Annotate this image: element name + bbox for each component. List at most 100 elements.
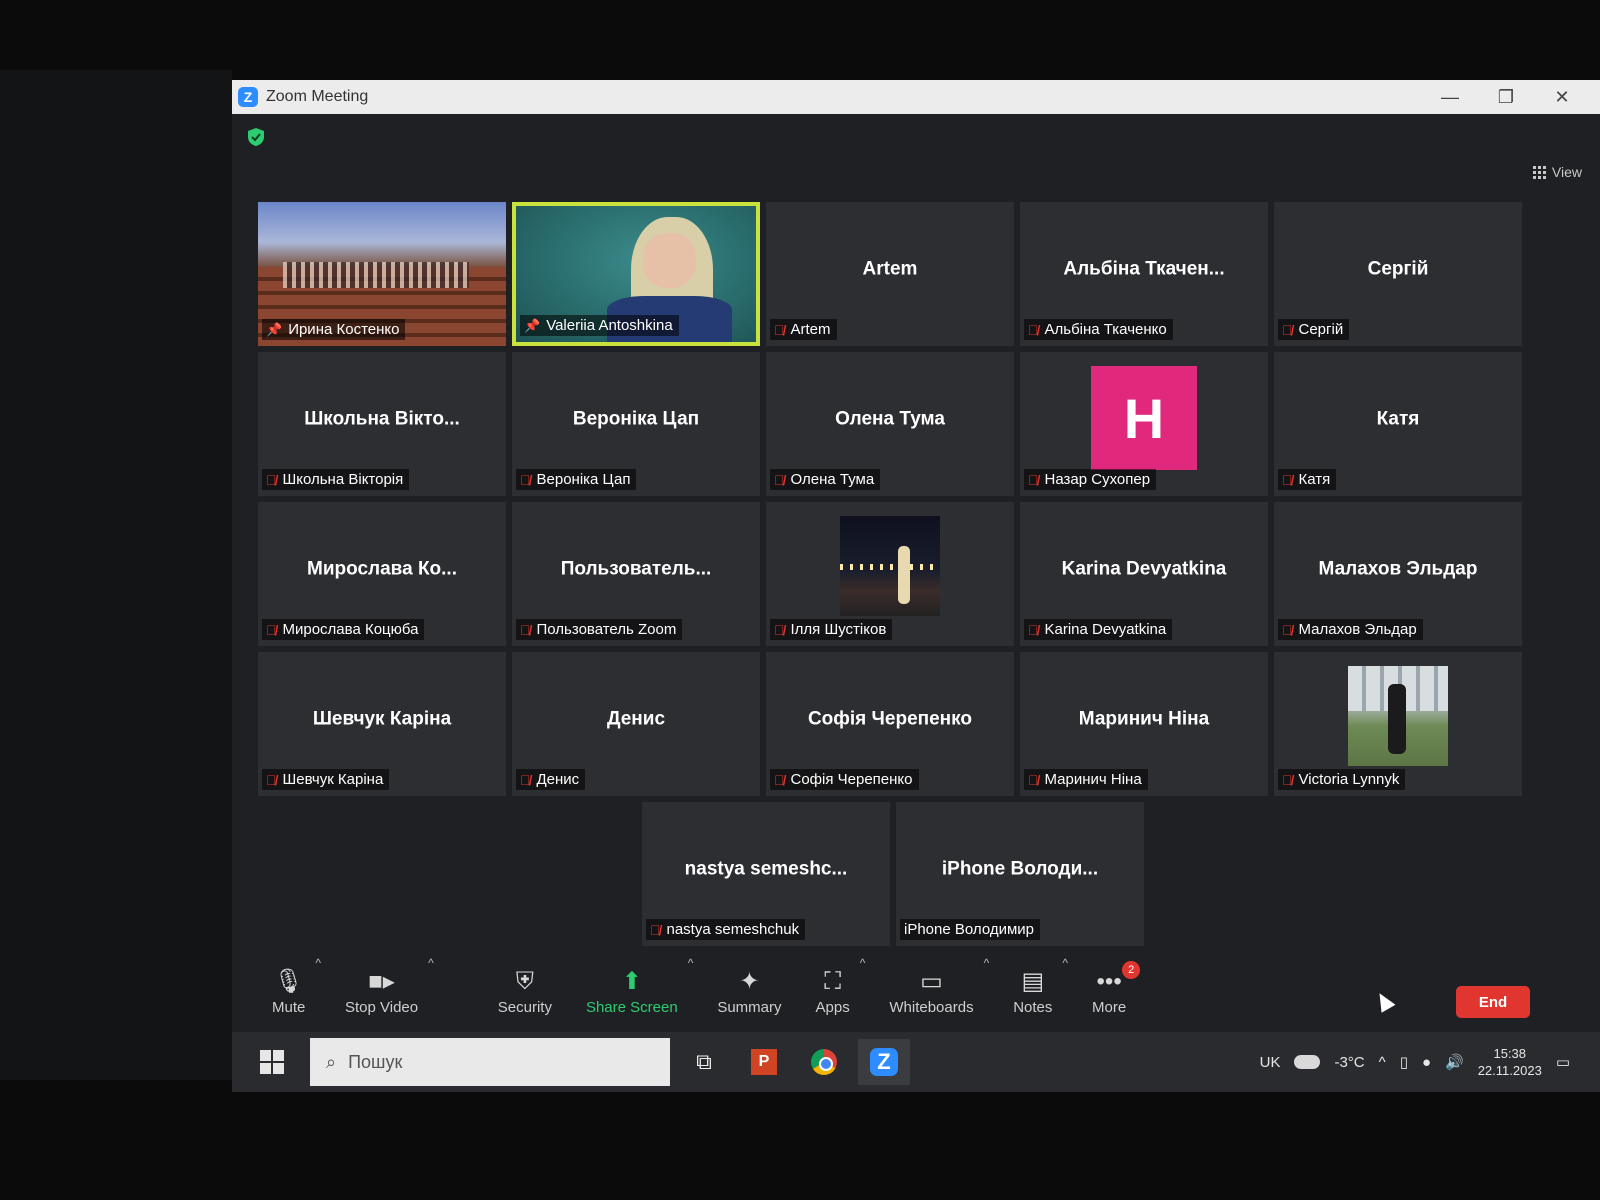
windows-taskbar: ⌕ Пошук ⧉ P Z UK -3°C ^ ▯ ● 🔊 15:38 22.1… bbox=[232, 1032, 1600, 1092]
participant-tile[interactable]: Шевчук Каріна 🎙̸ Шевчук Каріна bbox=[258, 652, 506, 796]
participant-tile[interactable]: 📌 Ирина Костенко bbox=[258, 202, 506, 346]
profile-photo bbox=[1348, 666, 1448, 766]
view-button[interactable]: View bbox=[1532, 164, 1582, 180]
participant-name-label: 🎙̸ Сергій bbox=[1278, 319, 1350, 340]
participant-tile[interactable]: Мирослава Ко... 🎙̸ Мирослава Коцюба bbox=[258, 502, 506, 646]
restore-button[interactable]: ❐ bbox=[1478, 87, 1534, 108]
participant-name: Альбіна Ткаченко bbox=[1044, 321, 1167, 338]
taskbar-search[interactable]: ⌕ Пошук bbox=[310, 1038, 670, 1086]
clock-time: 15:38 bbox=[1493, 1046, 1527, 1061]
minimize-button[interactable]: — bbox=[1422, 87, 1478, 108]
muted-mic-icon: 🎙̸ bbox=[774, 621, 785, 638]
gallery-view: 📌 Ирина Костенко 📌 Valeriia Antoshkina Artem… bbox=[258, 202, 1528, 952]
participant-tile[interactable]: H 🎙̸ Назар Сухопер bbox=[1020, 352, 1268, 496]
participant-tile[interactable]: Artem 🎙̸ Artem bbox=[766, 202, 1014, 346]
muted-mic-icon: 🎙̸ bbox=[520, 471, 531, 488]
zoom-app-icon: Z bbox=[870, 1048, 898, 1076]
gallery-row: Школьна Вікто... 🎙̸ Школьна Вікторія Вероні… bbox=[258, 352, 1528, 496]
audio-options-chevron-icon[interactable]: ^ bbox=[315, 956, 321, 970]
video-options-chevron-icon[interactable]: ^ bbox=[428, 956, 434, 970]
monitor-bezel bbox=[0, 70, 232, 1080]
participant-tile[interactable]: Катя 🎙̸ Катя bbox=[1274, 352, 1522, 496]
more-label: More bbox=[1092, 998, 1127, 1016]
security-button[interactable]: ⛨ Security bbox=[498, 965, 552, 1016]
taskbar-chrome[interactable] bbox=[798, 1039, 850, 1085]
participant-name: Назар Сухопер bbox=[1044, 471, 1151, 488]
participant-display-name: Пользователь... bbox=[560, 558, 712, 580]
participant-tile[interactable]: Школьна Вікто... 🎙̸ Школьна Вікторія bbox=[258, 352, 506, 496]
apps-chevron-icon[interactable]: ^ bbox=[860, 956, 866, 970]
microphone-tray-icon[interactable]: ● bbox=[1422, 1054, 1431, 1071]
clock[interactable]: 15:38 22.11.2023 bbox=[1478, 1045, 1542, 1079]
muted-mic-icon: 🎙̸ bbox=[520, 621, 531, 638]
volume-icon[interactable]: 🔊 bbox=[1445, 1053, 1464, 1071]
pin-icon: 📌 bbox=[524, 317, 541, 333]
muted-mic-icon: 🎙̸ bbox=[266, 471, 277, 488]
participant-tile[interactable]: Олена Тума 🎙̸ Олена Тума bbox=[766, 352, 1014, 496]
participant-tile[interactable]: Пользователь... 🎙̸ Пользователь Zoom bbox=[512, 502, 760, 646]
participant-display-name: Малахов Эльдар bbox=[1318, 558, 1478, 580]
windows-start-icon[interactable] bbox=[260, 1050, 284, 1074]
participant-tile[interactable]: Софія Черепенко 🎙̸ Софія Черепенко bbox=[766, 652, 1014, 796]
participant-tile[interactable]: 📌 Valeriia Antoshkina bbox=[512, 202, 760, 346]
meeting-toolbar: 🎙 Mute ^ ■▸ Stop Video ^ ⛨ Security ⬆ Sh… bbox=[232, 950, 1600, 1030]
zoom-window: Z Zoom Meeting — ❐ ✕ View 📌 Ирина Костенк… bbox=[232, 80, 1600, 1092]
share-screen-button[interactable]: ⬆ Share Screen bbox=[586, 965, 678, 1016]
participant-tile[interactable]: 🎙̸ Ілля Шустіков bbox=[766, 502, 1014, 646]
summary-button[interactable]: ✦ Summary bbox=[717, 965, 781, 1016]
taskbar-zoom[interactable]: Z bbox=[858, 1039, 910, 1085]
gallery-row: 📌 Ирина Костенко 📌 Valeriia Antoshkina Artem… bbox=[258, 202, 1528, 346]
participant-display-name: iPhone Володи... bbox=[941, 858, 1099, 880]
apps-icon: ⛶ bbox=[824, 967, 842, 995]
participant-name: Ілля Шустіков bbox=[790, 621, 887, 638]
participant-tile[interactable]: Сергій 🎙̸ Сергій bbox=[1274, 202, 1522, 346]
device-icon[interactable]: ▯ bbox=[1400, 1053, 1408, 1071]
view-label: View bbox=[1551, 164, 1582, 180]
weather-cloud-icon[interactable] bbox=[1294, 1055, 1321, 1069]
participant-tile[interactable]: Альбіна Ткачен... 🎙̸ Альбіна Ткаченко bbox=[1020, 202, 1268, 346]
stop-video-button[interactable]: ■▸ Stop Video bbox=[345, 965, 418, 1016]
whiteboards-chevron-icon[interactable]: ^ bbox=[984, 956, 990, 970]
participant-tile[interactable]: nastya semeshc... 🎙̸ nastya semeshchuk bbox=[642, 802, 890, 946]
participant-name-label: 🎙̸ Вероніка Цап bbox=[516, 469, 637, 490]
muted-mic-icon: 🎙̸ bbox=[1282, 321, 1293, 338]
participant-name-label: 🎙̸ Софія Черепенко bbox=[770, 769, 919, 790]
participant-tile[interactable]: Karina Devyatkina 🎙̸ Karina Devyatkina bbox=[1020, 502, 1268, 646]
participant-tile[interactable]: Маринич Ніна 🎙̸ Маринич Ніна bbox=[1020, 652, 1268, 796]
whiteboards-button[interactable]: ▭ Whiteboards bbox=[889, 965, 973, 1016]
participant-tile[interactable]: Денис 🎙̸ Денис bbox=[512, 652, 760, 796]
participant-name: Valeriia Antoshkina bbox=[546, 317, 673, 334]
end-meeting-button[interactable]: End bbox=[1456, 986, 1530, 1018]
task-view-icon[interactable]: ⧉ bbox=[678, 1039, 730, 1085]
muted-mic-icon: 🎙̸ bbox=[650, 921, 661, 938]
mute-button[interactable]: 🎙 Mute bbox=[272, 965, 305, 1016]
summary-label: Summary bbox=[717, 998, 782, 1016]
muted-mic-icon: 🎙̸ bbox=[266, 771, 277, 788]
participant-display-name: Денис bbox=[606, 708, 666, 730]
temperature[interactable]: -3°C bbox=[1334, 1054, 1364, 1071]
participant-display-name: Олена Тума bbox=[835, 408, 945, 430]
notes-chevron-icon[interactable]: ^ bbox=[1062, 956, 1068, 970]
participant-tile[interactable]: 🎙̸ Victoria Lynnyk bbox=[1274, 652, 1522, 796]
share-options-chevron-icon[interactable]: ^ bbox=[688, 956, 694, 970]
apps-button[interactable]: ⛶ Apps bbox=[816, 965, 850, 1016]
profile-photo bbox=[840, 516, 940, 616]
notes-button[interactable]: ▤ Notes bbox=[1013, 965, 1052, 1016]
language-indicator[interactable]: UK bbox=[1260, 1054, 1281, 1071]
muted-mic-icon: 🎙̸ bbox=[1282, 771, 1293, 788]
participant-tile[interactable]: iPhone Володи... iPhone Володимир bbox=[896, 802, 1144, 946]
show-hidden-icons-chevron-icon[interactable]: ^ bbox=[1379, 1054, 1386, 1071]
participant-display-name: Сергій bbox=[1367, 258, 1429, 280]
participant-name: Денис bbox=[536, 771, 580, 788]
participant-tile[interactable]: Вероніка Цап 🎙̸ Вероніка Цап bbox=[512, 352, 760, 496]
clock-date: 22.11.2023 bbox=[1477, 1063, 1542, 1078]
participant-name-label: iPhone Володимир bbox=[900, 919, 1040, 940]
participant-display-name: Шевчук Каріна bbox=[312, 708, 452, 730]
more-button[interactable]: ••• 2 More bbox=[1092, 960, 1141, 1016]
taskbar-powerpoint[interactable]: P bbox=[738, 1039, 790, 1085]
apps-label: Apps bbox=[815, 998, 850, 1016]
participant-tile[interactable]: Малахов Эльдар 🎙̸ Малахов Эльдар bbox=[1274, 502, 1522, 646]
notifications-icon[interactable]: ▭ bbox=[1556, 1053, 1570, 1071]
encryption-shield-icon[interactable] bbox=[248, 128, 264, 146]
close-button[interactable]: ✕ bbox=[1534, 87, 1590, 108]
